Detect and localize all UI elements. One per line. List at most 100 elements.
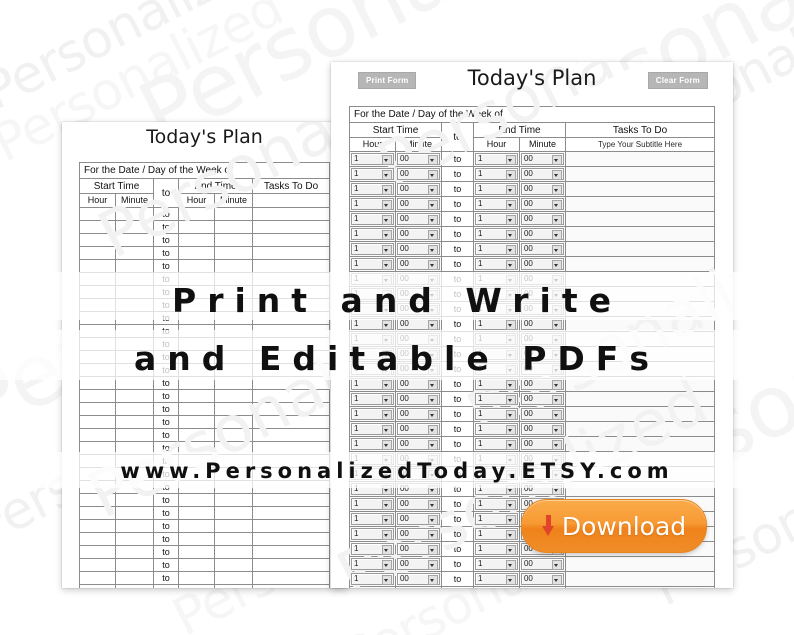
chevron-down-icon[interactable] bbox=[505, 395, 516, 405]
start-minute-cell[interactable]: 00 bbox=[394, 196, 442, 212]
task-cell[interactable] bbox=[564, 391, 716, 407]
chevron-down-icon[interactable] bbox=[505, 185, 516, 195]
start-minute-cell[interactable]: 00 bbox=[394, 571, 442, 587]
chevron-down-icon[interactable] bbox=[505, 245, 516, 255]
end-hour-select[interactable]: 1 bbox=[474, 483, 518, 495]
chevron-down-icon[interactable] bbox=[551, 380, 562, 390]
chevron-down-icon[interactable] bbox=[427, 200, 438, 210]
start-minute-cell[interactable]: 00 bbox=[394, 526, 442, 542]
chevron-down-icon[interactable] bbox=[551, 215, 562, 225]
chevron-down-icon[interactable] bbox=[505, 530, 516, 540]
start-hour-cell[interactable]: 1 bbox=[348, 226, 396, 242]
start-hour-select[interactable]: 1 bbox=[350, 408, 394, 420]
start-minute-select[interactable]: 00 bbox=[396, 153, 440, 165]
chevron-down-icon[interactable] bbox=[427, 530, 438, 540]
end-hour-cell[interactable]: 1 bbox=[472, 256, 520, 272]
end-hour-select[interactable]: 1 bbox=[474, 528, 518, 540]
chevron-down-icon[interactable] bbox=[427, 320, 438, 330]
start-minute-select[interactable]: 00 bbox=[396, 498, 440, 510]
chevron-down-icon[interactable] bbox=[505, 215, 516, 225]
start-hour-cell[interactable]: 1 bbox=[348, 586, 396, 588]
start-minute-cell[interactable]: 00 bbox=[394, 181, 442, 197]
start-hour-cell[interactable]: 1 bbox=[348, 151, 396, 167]
end-minute-cell[interactable]: 00 bbox=[518, 376, 566, 392]
task-cell[interactable] bbox=[564, 151, 716, 167]
start-hour-cell[interactable]: 1 bbox=[348, 511, 396, 527]
end-minute-cell[interactable]: 00 bbox=[518, 421, 566, 437]
start-minute-cell[interactable]: 00 bbox=[394, 241, 442, 257]
end-hour-select[interactable]: 1 bbox=[474, 378, 518, 390]
start-minute-cell[interactable]: 00 bbox=[394, 376, 442, 392]
end-minute-cell[interactable]: 00 bbox=[518, 481, 566, 497]
end-hour-cell[interactable]: 1 bbox=[472, 241, 520, 257]
end-minute-select[interactable]: 00 bbox=[520, 408, 564, 420]
end-hour-select[interactable]: 1 bbox=[474, 198, 518, 210]
end-minute-cell[interactable]: 00 bbox=[518, 406, 566, 422]
start-minute-cell[interactable]: 00 bbox=[394, 496, 442, 512]
start-minute-select[interactable]: 00 bbox=[396, 228, 440, 240]
start-hour-cell[interactable]: 1 bbox=[348, 421, 396, 437]
chevron-down-icon[interactable] bbox=[427, 185, 438, 195]
start-hour-cell[interactable]: 1 bbox=[348, 541, 396, 557]
end-hour-cell[interactable]: 1 bbox=[472, 166, 520, 182]
end-minute-cell[interactable]: 00 bbox=[518, 211, 566, 227]
start-minute-select[interactable]: 00 bbox=[396, 183, 440, 195]
end-hour-select[interactable]: 1 bbox=[474, 393, 518, 405]
end-minute-select[interactable]: 00 bbox=[520, 183, 564, 195]
chevron-down-icon[interactable] bbox=[505, 320, 516, 330]
end-hour-select[interactable]: 1 bbox=[474, 558, 518, 570]
start-minute-select[interactable]: 00 bbox=[396, 393, 440, 405]
start-minute-select[interactable]: 00 bbox=[396, 168, 440, 180]
end-hour-select[interactable]: 1 bbox=[474, 183, 518, 195]
chevron-down-icon[interactable] bbox=[427, 485, 438, 495]
download-button[interactable]: Download bbox=[521, 499, 707, 553]
start-hour-select[interactable]: 1 bbox=[350, 378, 394, 390]
chevron-down-icon[interactable] bbox=[427, 545, 438, 555]
start-minute-cell[interactable]: 00 bbox=[394, 511, 442, 527]
chevron-down-icon[interactable] bbox=[427, 155, 438, 165]
chevron-down-icon[interactable] bbox=[381, 170, 392, 180]
start-minute-cell[interactable]: 00 bbox=[394, 586, 442, 588]
chevron-down-icon[interactable] bbox=[381, 575, 392, 585]
start-minute-cell[interactable]: 00 bbox=[394, 391, 442, 407]
task-cell[interactable] bbox=[564, 481, 716, 497]
end-minute-select[interactable]: 00 bbox=[520, 153, 564, 165]
end-minute-select[interactable]: 00 bbox=[520, 228, 564, 240]
start-hour-select[interactable]: 1 bbox=[350, 228, 394, 240]
date-line-cell[interactable]: For the Date / Day of the Week of bbox=[348, 106, 716, 123]
chevron-down-icon[interactable] bbox=[551, 185, 562, 195]
end-minute-cell[interactable]: 00 bbox=[518, 571, 566, 587]
chevron-down-icon[interactable] bbox=[551, 485, 562, 495]
start-minute-select[interactable]: 00 bbox=[396, 573, 440, 585]
end-hour-cell[interactable]: 1 bbox=[472, 511, 520, 527]
chevron-down-icon[interactable] bbox=[505, 485, 516, 495]
end-hour-cell[interactable]: 1 bbox=[472, 181, 520, 197]
end-minute-cell[interactable]: 00 bbox=[518, 436, 566, 452]
start-hour-select[interactable]: 1 bbox=[350, 498, 394, 510]
chevron-down-icon[interactable] bbox=[427, 500, 438, 510]
chevron-down-icon[interactable] bbox=[551, 260, 562, 270]
start-hour-select[interactable]: 1 bbox=[350, 198, 394, 210]
start-hour-cell[interactable]: 1 bbox=[348, 481, 396, 497]
end-hour-cell[interactable]: 1 bbox=[472, 571, 520, 587]
task-cell[interactable] bbox=[564, 166, 716, 182]
chevron-down-icon[interactable] bbox=[381, 200, 392, 210]
start-hour-cell[interactable]: 1 bbox=[348, 391, 396, 407]
end-minute-select[interactable]: 00 bbox=[520, 393, 564, 405]
end-hour-cell[interactable]: 1 bbox=[472, 556, 520, 572]
start-minute-cell[interactable]: 00 bbox=[394, 481, 442, 497]
start-hour-select[interactable]: 1 bbox=[350, 543, 394, 555]
chevron-down-icon[interactable] bbox=[551, 410, 562, 420]
chevron-down-icon[interactable] bbox=[427, 245, 438, 255]
end-minute-cell[interactable]: 00 bbox=[518, 226, 566, 242]
start-minute-select[interactable]: 00 bbox=[396, 243, 440, 255]
start-hour-select[interactable]: 1 bbox=[350, 258, 394, 270]
chevron-down-icon[interactable] bbox=[381, 185, 392, 195]
start-minute-cell[interactable]: 00 bbox=[394, 256, 442, 272]
chevron-down-icon[interactable] bbox=[551, 245, 562, 255]
start-minute-cell[interactable]: 00 bbox=[394, 211, 442, 227]
chevron-down-icon[interactable] bbox=[505, 515, 516, 525]
start-minute-select[interactable]: 00 bbox=[396, 408, 440, 420]
end-hour-cell[interactable]: 1 bbox=[472, 541, 520, 557]
start-hour-cell[interactable]: 1 bbox=[348, 241, 396, 257]
